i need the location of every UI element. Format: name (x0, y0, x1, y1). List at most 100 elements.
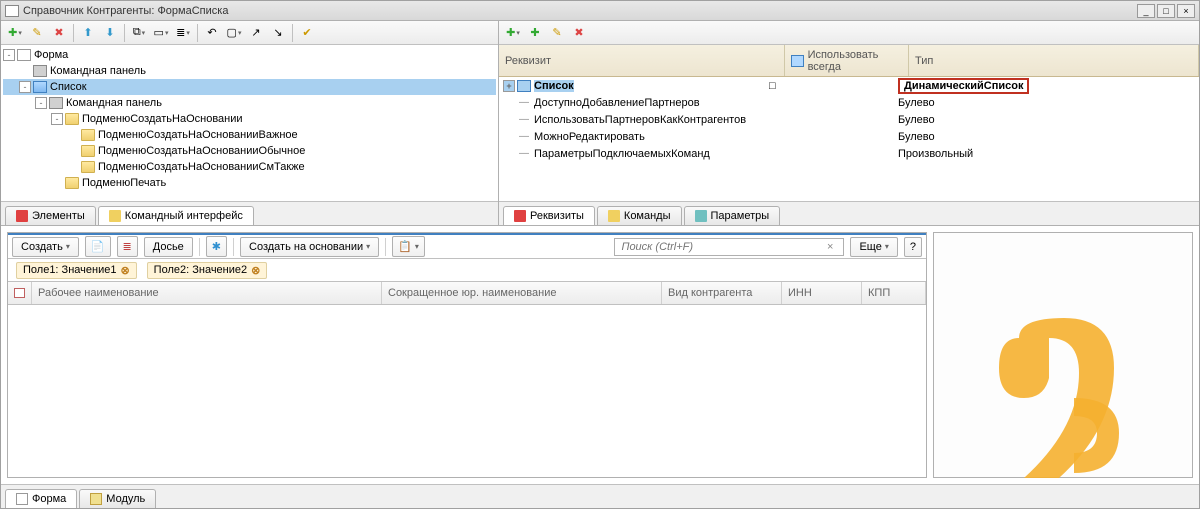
list-icon (33, 81, 47, 93)
attr-list[interactable]: +Список□ДинамическийСписок—ДоступноДобав… (499, 77, 1199, 201)
grid-header: Рабочее наименование Сокращенное юр. наи… (8, 281, 926, 305)
graph-button[interactable]: ✱ (206, 236, 227, 257)
grid-col-inn[interactable]: ИНН (782, 282, 862, 304)
view-button[interactable]: ▭ (151, 23, 171, 43)
filter-chip-1[interactable]: Поле1: Значение1⊗ (16, 262, 137, 279)
attr-name-label: Список (534, 80, 574, 92)
search-clear-button[interactable]: × (823, 241, 837, 253)
tab-form[interactable]: Форма (5, 489, 77, 508)
collapse-button[interactable]: ↘ (268, 23, 288, 43)
tree-label: ПодменюСоздатьНаОснованииСмТакже (98, 161, 305, 173)
attr-type: Произвольный (894, 148, 1199, 160)
expand-icon[interactable]: - (51, 113, 63, 125)
folder-icon (65, 113, 79, 125)
tree-label: ПодменюСоздатьНаОсновании (82, 113, 243, 125)
tab-module[interactable]: Модуль (79, 489, 156, 508)
grid-col-shortname[interactable]: Сокращенное юр. наименование (382, 282, 662, 304)
add-attr-button[interactable]: ✚ (503, 23, 523, 43)
tree-label: Список (50, 81, 87, 93)
tree-row[interactable]: - Командная панель (3, 95, 496, 111)
grid-col-icon[interactable] (8, 282, 32, 304)
tree-row[interactable]: - Форма (3, 47, 496, 63)
tree-row[interactable]: - ПодменюСоздатьНаОсновании (3, 111, 496, 127)
tree-row[interactable]: ПодменюСоздатьНаОснованииВажное (3, 127, 496, 143)
tree-row[interactable]: - Список (3, 79, 496, 95)
grid-col-kpp[interactable]: КПП (862, 282, 926, 304)
close-button[interactable]: × (1177, 4, 1195, 18)
dossier-button[interactable]: Досье (144, 237, 193, 257)
tab-params[interactable]: Параметры (684, 206, 781, 225)
expand-icon[interactable]: - (3, 49, 15, 61)
tab-requisites[interactable]: Реквизиты (503, 206, 595, 225)
copy-button[interactable]: ⧉ (129, 23, 149, 43)
tree-label: Командная панель (66, 97, 162, 109)
attr-name-label: ИспользоватьПартнеровКакКонтрагентов (534, 114, 746, 126)
create-button[interactable]: Создать▾ (12, 237, 79, 257)
list-icon (517, 80, 531, 92)
attr-row[interactable]: —ИспользоватьПартнеровКакКонтрагентовБул… (499, 111, 1199, 128)
move-down-button[interactable]: ⬇ (100, 23, 120, 43)
expand-icon[interactable]: + (503, 80, 515, 92)
edit-button[interactable]: ✎ (27, 23, 47, 43)
attr-type: ДинамическийСписок (894, 78, 1199, 94)
add-col-button[interactable]: ✚ (525, 23, 545, 43)
form-icon (17, 49, 31, 61)
title-bar: Справочник Контрагенты: ФормаСписка _ □ … (1, 1, 1199, 21)
tab-commands[interactable]: Команды (597, 206, 682, 225)
delete-attr-button[interactable]: ✖ (569, 23, 589, 43)
folder-icon (81, 129, 95, 141)
attr-row[interactable]: —ДоступноДобавлениеПартнеровБулево (499, 94, 1199, 111)
elements-tree[interactable]: -ФормаКомандная панель-Список-Командная … (1, 45, 498, 201)
attr-icon: — (517, 148, 531, 160)
left-toolbar: ✚ ✎ ✖ ⬆ ⬇ ⧉ ▭ ≣ ↶ ▢ ↗ ↘ ✔ (1, 21, 498, 45)
attr-name-label: ПараметрыПодключаемыхКоманд (534, 148, 710, 160)
tree-row[interactable]: ПодменюПечать (3, 175, 496, 191)
list-item-button[interactable]: ≣ (117, 236, 138, 257)
undo-button[interactable]: ↶ (202, 23, 222, 43)
list-button[interactable]: ≣ (173, 23, 193, 43)
filter-close-1[interactable]: ⊗ (120, 264, 129, 277)
expand-icon[interactable]: - (35, 97, 47, 109)
col-requisite[interactable]: Реквизит (499, 45, 785, 76)
attributes-pane: ✚ ✚ ✎ ✖ Реквизит Использовать всегда Тип… (499, 21, 1199, 225)
grid-col-type[interactable]: Вид контрагента (662, 282, 782, 304)
tree-row[interactable]: Командная панель (3, 63, 496, 79)
tab-command-interface[interactable]: Командный интерфейс (98, 206, 254, 225)
search-box[interactable]: × (614, 238, 844, 256)
tree-label: Форма (34, 49, 68, 61)
add-button[interactable]: ✚ (5, 23, 25, 43)
filter-chip-2[interactable]: Поле2: Значение2⊗ (147, 262, 268, 279)
field-button[interactable]: ▢ (224, 23, 244, 43)
cmd-icon (33, 65, 47, 77)
help-button[interactable]: ? (904, 237, 922, 257)
folder-icon (65, 177, 79, 189)
search-input[interactable] (621, 241, 823, 253)
tree-row[interactable]: ПодменюСоздатьНаОснованииОбычное (3, 143, 496, 159)
tab-elements[interactable]: Элементы (5, 206, 96, 225)
print-button[interactable]: 📋▾ (392, 236, 425, 257)
check-button[interactable]: ✔ (297, 23, 317, 43)
more-button[interactable]: Еще ▾ (850, 237, 897, 257)
minimize-button[interactable]: _ (1137, 4, 1155, 18)
col-type[interactable]: Тип (909, 45, 1199, 76)
move-up-button[interactable]: ⬆ (78, 23, 98, 43)
attr-row[interactable]: —ПараметрыПодключаемыхКоманд Произвольный (499, 145, 1199, 162)
copy-item-button[interactable]: 📄 (85, 236, 111, 257)
delete-button[interactable]: ✖ (49, 23, 69, 43)
attr-row[interactable]: —МожноРедактироватьБулево (499, 128, 1199, 145)
create-based-button[interactable]: Создать на основании ▾ (240, 237, 379, 257)
grid-body[interactable] (8, 305, 926, 477)
maximize-button[interactable]: □ (1157, 4, 1175, 18)
attr-icon: — (517, 97, 531, 109)
grid-col-workname[interactable]: Рабочее наименование (32, 282, 382, 304)
col-use-always[interactable]: Использовать всегда (785, 45, 909, 76)
expand-button[interactable]: ↗ (246, 23, 266, 43)
tree-label: Командная панель (50, 65, 146, 77)
expand-icon[interactable]: - (19, 81, 31, 93)
filter-close-2[interactable]: ⊗ (251, 264, 260, 277)
edit-attr-button[interactable]: ✎ (547, 23, 567, 43)
tree-row[interactable]: ПодменюСоздатьНаОснованииСмТакже (3, 159, 496, 175)
tree-label: ПодменюСоздатьНаОснованииВажное (98, 129, 298, 141)
right-tabs: Реквизиты Команды Параметры (499, 201, 1199, 225)
attr-row[interactable]: +Список□ДинамическийСписок (499, 77, 1199, 94)
